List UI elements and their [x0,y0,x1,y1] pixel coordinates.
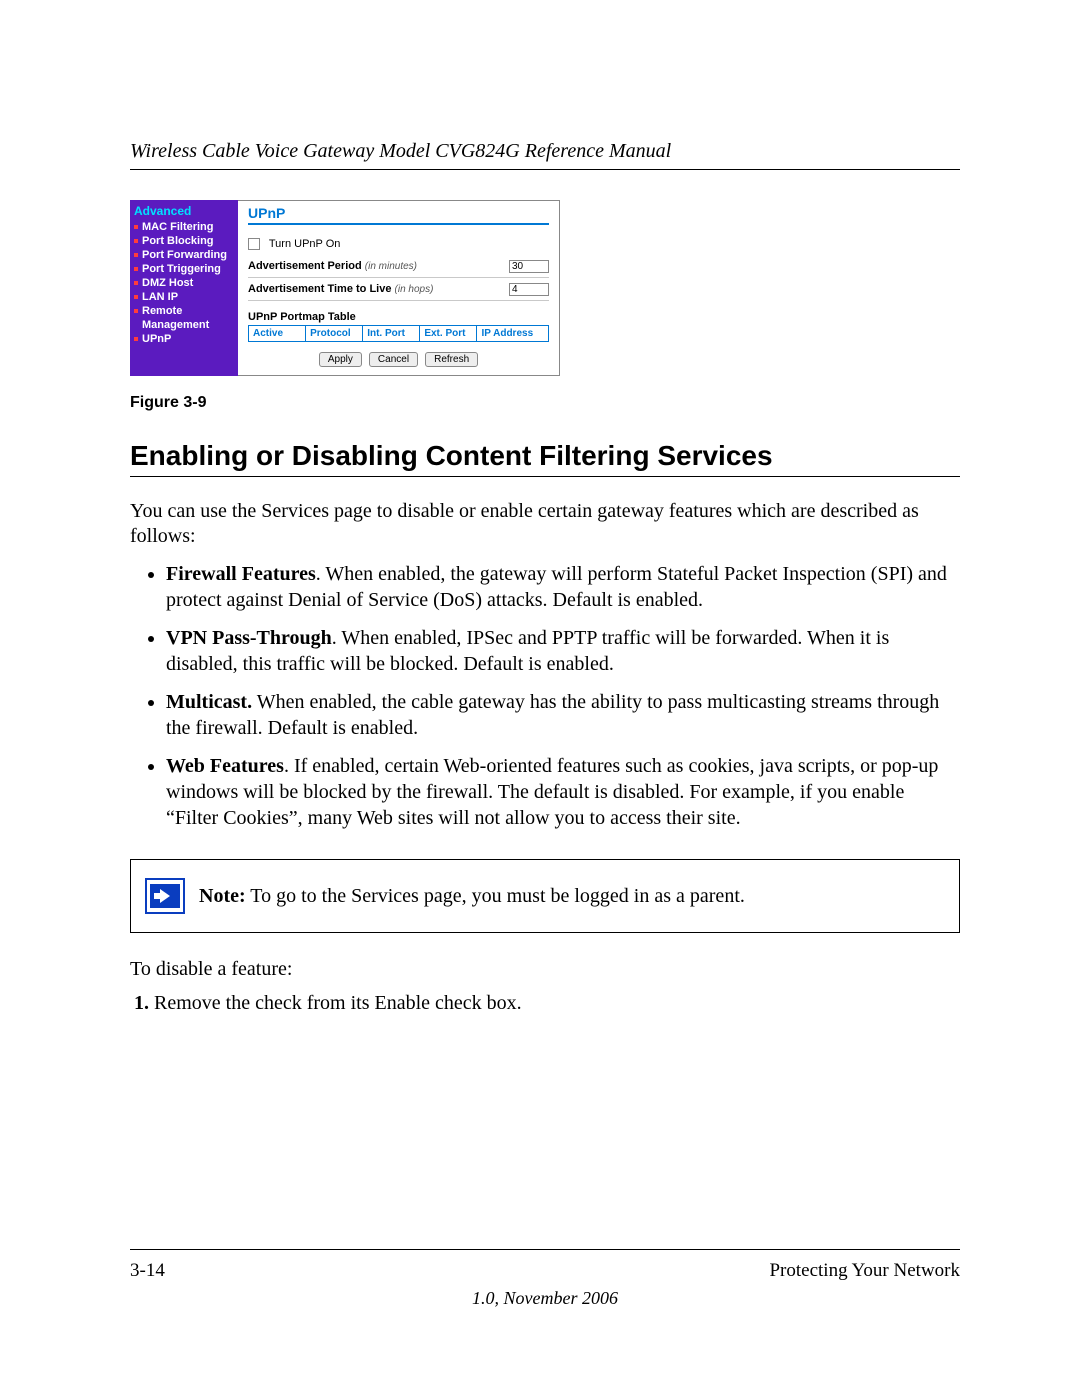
sidebar-item-port-blocking[interactable]: Port Blocking [134,234,234,248]
bullet-firewall: Firewall Features. When enabled, the gat… [166,561,960,613]
chapter-name: Protecting Your Network [769,1260,960,1282]
note-body: To go to the Services page, you must be … [246,885,745,907]
term-vpn: VPN Pass-Through [166,627,332,649]
post-note-line: To disable a feature: [130,957,960,982]
intro-paragraph: You can use the Services page to disable… [130,499,960,549]
ad-period-input[interactable]: 30 [509,260,549,273]
term-web: Web Features [166,755,284,777]
sidebar-item-port-forwarding[interactable]: Port Forwarding [134,248,234,262]
note-arrow-icon [145,878,185,914]
step-1: Remove the check from its Enable check b… [154,992,960,1015]
figure-upnp: Advanced MAC Filtering Port Blocking Por… [130,200,560,376]
section-rule [130,476,960,477]
portmap-label: UPnP Portmap Table [248,311,549,323]
portmap-col-ext-port: Ext. Port [420,326,477,341]
sidebar-item-lan-ip[interactable]: LAN IP [134,290,234,304]
section-heading: Enabling or Disabling Content Filtering … [130,440,960,472]
note-text: Note: To go to the Services page, you mu… [199,885,745,908]
pane-title: UPnP [248,205,549,221]
sidebar-item-port-triggering[interactable]: Port Triggering [134,262,234,276]
row-ad-ttl: Advertisement Time to Live (in hops) 4 [248,278,549,301]
pane-rule [248,223,549,225]
steps-list: Remove the check from its Enable check b… [130,992,960,1015]
turn-upnp-on-checkbox[interactable] [248,238,260,250]
term-firewall: Firewall Features [166,563,316,585]
button-row: Apply Cancel Refresh [248,352,549,367]
bullet-multicast: Multicast. When enabled, the cable gatew… [166,689,960,741]
portmap-col-active: Active [249,326,306,341]
turn-upnp-on-label: Turn UPnP On [269,238,341,250]
cancel-button[interactable]: Cancel [369,352,418,367]
figure-sidebar: Advanced MAC Filtering Port Blocking Por… [130,200,238,376]
note-label: Note: [199,885,246,907]
text-multicast: When enabled, the cable gateway has the … [166,691,939,739]
version-date: 1.0, November 2006 [130,1288,960,1309]
header-rule [130,169,960,170]
sidebar-item-remote-management[interactable]: Remote Management [134,304,234,332]
ad-period-label: Advertisement Period [248,260,362,272]
apply-button[interactable]: Apply [319,352,362,367]
row-turn-upnp-on: Turn UPnP On [248,233,549,255]
ad-ttl-label: Advertisement Time to Live [248,283,391,295]
figure-content: UPnP Turn UPnP On Advertisement Period (… [238,200,560,376]
portmap-col-int-port: Int. Port [363,326,420,341]
sidebar-heading: Advanced [134,202,234,220]
row-ad-period: Advertisement Period (in minutes) 30 [248,255,549,278]
portmap-col-protocol: Protocol [306,326,363,341]
page-number: 3-14 [130,1260,165,1282]
note-box: Note: To go to the Services page, you mu… [130,859,960,933]
portmap-table: Active Protocol Int. Port Ext. Port IP A… [248,325,549,342]
ad-period-unit: (in minutes) [365,261,417,272]
sidebar-item-mac-filtering[interactable]: MAC Filtering [134,220,234,234]
ad-ttl-input[interactable]: 4 [509,283,549,296]
bullet-web: Web Features. If enabled, certain Web-or… [166,753,960,831]
doc-title: Wireless Cable Voice Gateway Model CVG82… [130,140,960,163]
figure-caption: Figure 3-9 [130,394,960,412]
bullet-vpn: VPN Pass-Through. When enabled, IPSec an… [166,625,960,677]
footer: 3-14 Protecting Your Network 1.0, Novemb… [130,1245,960,1309]
portmap-col-ip-address: IP Address [477,326,548,341]
ad-ttl-unit: (in hops) [395,284,434,295]
term-multicast: Multicast. [166,691,252,713]
refresh-button[interactable]: Refresh [425,352,478,367]
sidebar-item-upnp[interactable]: UPnP [134,332,234,346]
sidebar-item-dmz-host[interactable]: DMZ Host [134,276,234,290]
feature-bullets: Firewall Features. When enabled, the gat… [130,561,960,831]
footer-rule [130,1249,960,1250]
